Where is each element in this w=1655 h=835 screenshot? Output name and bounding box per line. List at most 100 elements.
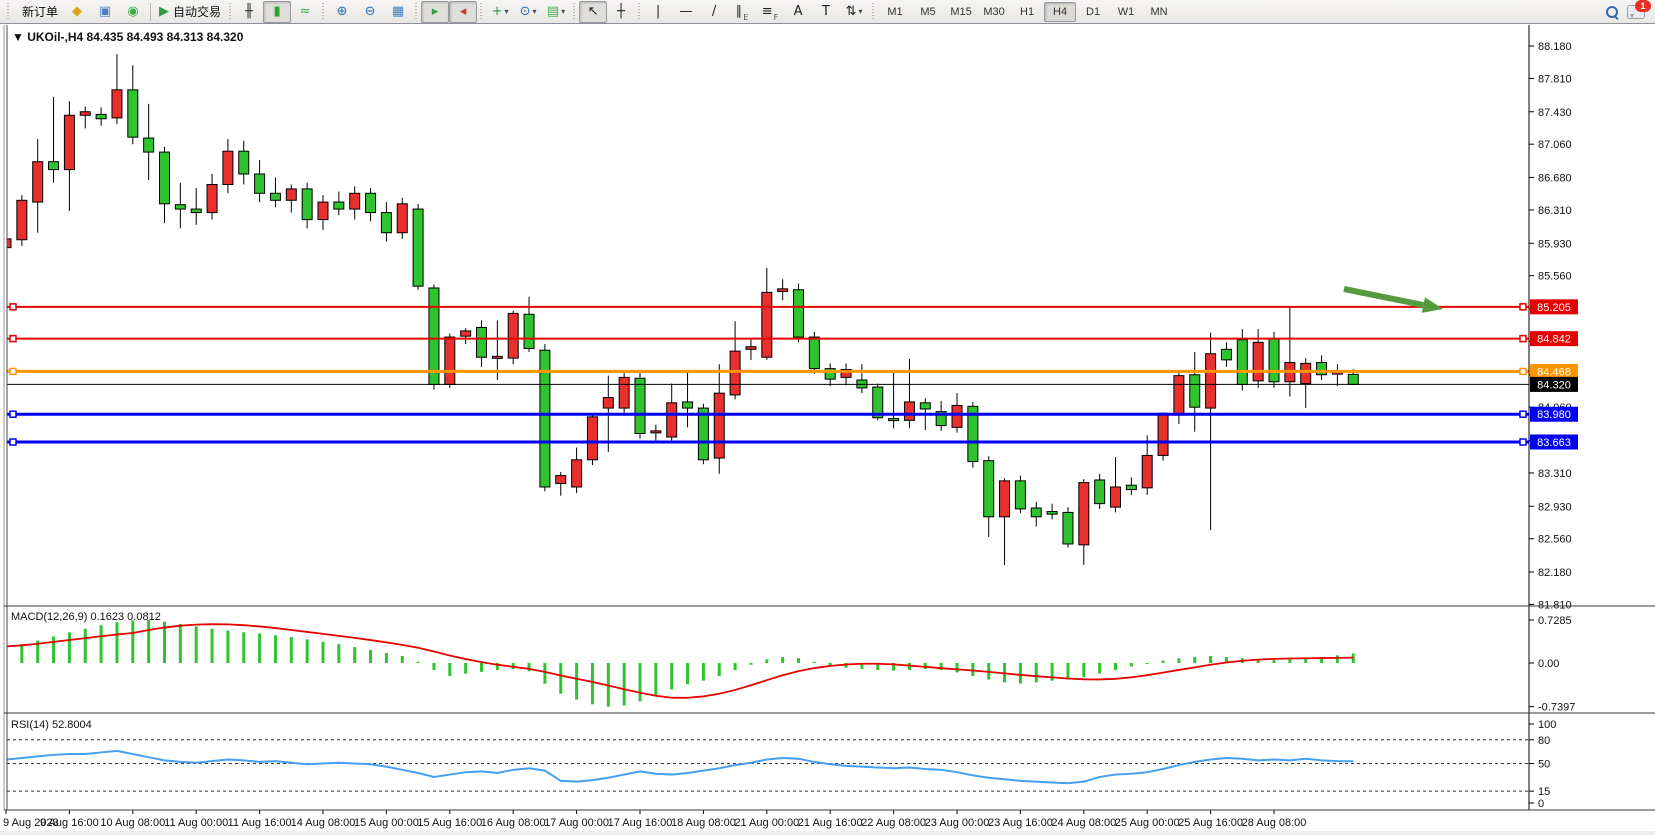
- toolbar-grip: [6, 3, 11, 21]
- chevron-down-icon[interactable]: ▾: [858, 7, 862, 16]
- channel-button[interactable]: ∥E: [728, 1, 756, 23]
- timeframe-button-h4[interactable]: H4: [1044, 2, 1076, 22]
- chat-icon[interactable]: 1: [1627, 5, 1645, 19]
- channel-icon: ∥: [736, 5, 743, 18]
- timeframe-button-m1[interactable]: M1: [879, 2, 911, 22]
- svg-text:11 Aug 00:00: 11 Aug 00:00: [164, 817, 228, 829]
- chevron-down-icon[interactable]: ▾: [561, 7, 565, 16]
- zoom-in-button[interactable]: ⊕: [328, 1, 356, 23]
- svg-text:83.663: 83.663: [1537, 437, 1571, 449]
- resistance-line-2-right-handle[interactable]: [1520, 336, 1526, 342]
- resistance-line-1-right-handle[interactable]: [1520, 304, 1526, 310]
- timeframe-button-m5[interactable]: M5: [912, 2, 944, 22]
- zoom-out-button[interactable]: ⊖: [356, 1, 384, 23]
- pivot-line-left-handle[interactable]: [10, 368, 16, 374]
- metaeditor-icon: ◆: [72, 5, 82, 18]
- rsi-label: RSI(14) 52.8004: [11, 719, 92, 731]
- text-button[interactable]: A: [784, 1, 812, 23]
- toolbar-grip: [414, 3, 419, 21]
- candlestick-chart-button[interactable]: ▮: [263, 1, 291, 23]
- toolbar-grip: [572, 3, 577, 21]
- svg-text:23 Aug 00:00: 23 Aug 00:00: [925, 817, 990, 829]
- svg-text:24 Aug 08:00: 24 Aug 08:00: [1051, 817, 1116, 829]
- template-button[interactable]: ▤▾: [542, 1, 570, 23]
- svg-text:85.930: 85.930: [1538, 238, 1572, 250]
- svg-text:88.180: 88.180: [1538, 41, 1572, 53]
- chart-shift-button[interactable]: ◂: [449, 1, 477, 23]
- horizontal-line-icon: —: [680, 5, 693, 18]
- toolbar-grip: [871, 3, 876, 21]
- svg-text:23 Aug 16:00: 23 Aug 16:00: [988, 817, 1053, 829]
- svg-text:100: 100: [1538, 719, 1556, 731]
- support-line-2-right-handle[interactable]: [1520, 439, 1526, 445]
- zoom-out-icon: ⊖: [365, 5, 376, 18]
- fibonacci-button[interactable]: ≡F: [756, 1, 784, 23]
- svg-text:21 Aug 16:00: 21 Aug 16:00: [798, 817, 863, 829]
- signal-button[interactable]: ◉: [119, 1, 147, 23]
- new-order-label: 新订单: [22, 3, 58, 20]
- tile-windows-icon: ▦: [392, 5, 404, 18]
- svg-text:87.430: 87.430: [1538, 107, 1572, 119]
- template-icon: ▤: [547, 5, 559, 18]
- period-button[interactable]: ⊙▾: [514, 1, 542, 23]
- svg-text:84.468: 84.468: [1537, 366, 1571, 378]
- svg-text:10 Aug 08:00: 10 Aug 08:00: [100, 817, 165, 829]
- resistance-line-2-left-handle[interactable]: [10, 336, 16, 342]
- timeframe-button-m15[interactable]: M15: [945, 2, 977, 22]
- chart-shift-icon: ◂: [460, 5, 467, 18]
- add-indicator-button[interactable]: +▾: [486, 1, 514, 23]
- pivot-line-right-handle[interactable]: [1520, 368, 1526, 374]
- notification-badge: 1: [1635, 0, 1651, 12]
- support-line-1-left-handle[interactable]: [10, 411, 16, 417]
- search-icon[interactable]: [1605, 5, 1619, 19]
- trendline-button[interactable]: /: [700, 1, 728, 23]
- mt4-window: 新订单 ◆▣◉ ▶ 自动交易 ╫▮≈⊕⊖▦▸◂+▾⊙▾▤▾↖┼|—/∥E≡FAT…: [0, 0, 1655, 835]
- cursor-icon: ↖: [588, 5, 599, 18]
- svg-text:9 Aug 16:00: 9 Aug 16:00: [40, 817, 99, 829]
- autotrading-play-icon: ▶: [159, 5, 169, 18]
- svg-text:85.205: 85.205: [1537, 302, 1571, 314]
- chevron-down-icon[interactable]: ▾: [504, 7, 508, 16]
- timeframe-button-d1[interactable]: D1: [1077, 2, 1109, 22]
- bar-chart-icon: ╫: [245, 5, 253, 18]
- timeframe-button-h1[interactable]: H1: [1011, 2, 1043, 22]
- timeframe-button-m30[interactable]: M30: [978, 2, 1010, 22]
- zoom-in-icon: ⊕: [337, 5, 348, 18]
- crosshair-button[interactable]: ┼: [607, 1, 635, 23]
- vertical-line-icon: |: [656, 5, 660, 18]
- trendline-icon: /: [712, 5, 716, 18]
- vertical-line-button[interactable]: |: [644, 1, 672, 23]
- auto-scroll-button[interactable]: ▸: [421, 1, 449, 23]
- chevron-down-icon[interactable]: ▾: [532, 7, 536, 16]
- svg-text:28 Aug 08:00: 28 Aug 08:00: [1242, 817, 1307, 829]
- support-line-2-left-handle[interactable]: [10, 439, 16, 445]
- profile-button[interactable]: ▣: [91, 1, 119, 23]
- metaeditor-button[interactable]: ◆: [63, 1, 91, 23]
- cursor-button[interactable]: ↖: [579, 1, 607, 23]
- arrows-button[interactable]: ⇅▾: [840, 1, 868, 23]
- svg-text:82.930: 82.930: [1538, 501, 1572, 513]
- auto-scroll-icon: ▸: [432, 5, 439, 18]
- timeframe-button-w1[interactable]: W1: [1110, 2, 1142, 22]
- bar-chart-button[interactable]: ╫: [235, 1, 263, 23]
- toolbar-grip: [479, 3, 484, 21]
- svg-text:83.310: 83.310: [1538, 468, 1572, 480]
- svg-text:82.560: 82.560: [1538, 534, 1572, 546]
- new-order-button[interactable]: 新订单: [14, 1, 62, 23]
- svg-text:84.320: 84.320: [1537, 379, 1571, 391]
- svg-text:-0.7397: -0.7397: [1538, 702, 1575, 714]
- horizontal-line-button[interactable]: —: [672, 1, 700, 23]
- svg-text:14 Aug 08:00: 14 Aug 08:00: [291, 817, 356, 829]
- tile-windows-button[interactable]: ▦: [384, 1, 412, 23]
- support-line-1-right-handle[interactable]: [1520, 411, 1526, 417]
- autotrading-button[interactable]: ▶ 自动交易: [155, 1, 225, 23]
- add-indicator-icon: +: [492, 5, 503, 18]
- chart-area[interactable]: 88.18087.81087.43087.06086.68086.31085.9…: [0, 24, 1655, 835]
- resistance-line-1-left-handle[interactable]: [10, 304, 16, 310]
- line-chart-button[interactable]: ≈: [291, 1, 319, 23]
- svg-text:84.842: 84.842: [1537, 334, 1571, 346]
- price-chart-svg: 88.18087.81087.43087.06086.68086.31085.9…: [0, 24, 1655, 835]
- svg-text:15: 15: [1538, 786, 1550, 798]
- timeframe-button-mn[interactable]: MN: [1143, 2, 1175, 22]
- label-button[interactable]: T: [812, 1, 840, 23]
